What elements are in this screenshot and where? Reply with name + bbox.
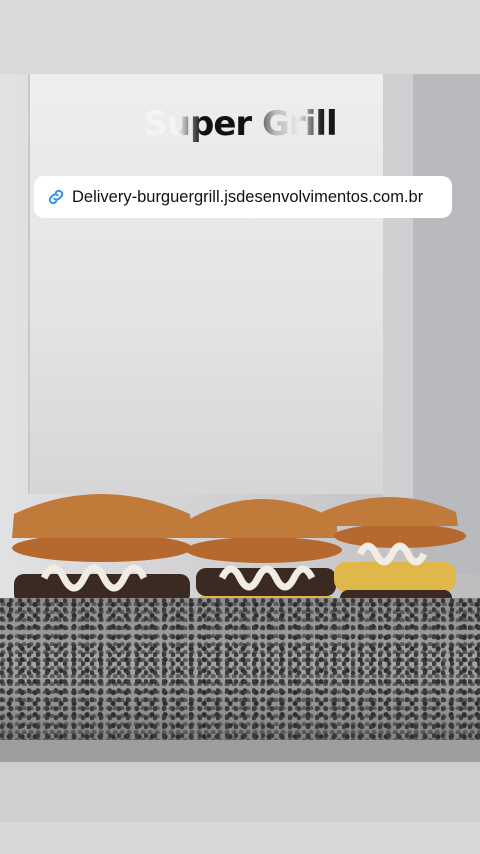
top-band xyxy=(0,0,480,74)
granite-counter xyxy=(0,598,480,760)
door-frame xyxy=(383,74,413,544)
under-counter xyxy=(0,762,480,822)
link-url-text: Delivery-burguergrill.jsdesenvolvimentos… xyxy=(72,187,424,206)
counter-edge xyxy=(0,740,480,762)
link-icon xyxy=(48,189,64,205)
bottom-band xyxy=(0,822,480,854)
link-sticker[interactable]: Delivery-burguergrill.jsdesenvolvimentos… xyxy=(34,176,452,218)
story-title-wrap: Super Grill xyxy=(0,104,480,144)
story-title: Super Grill xyxy=(143,104,337,144)
